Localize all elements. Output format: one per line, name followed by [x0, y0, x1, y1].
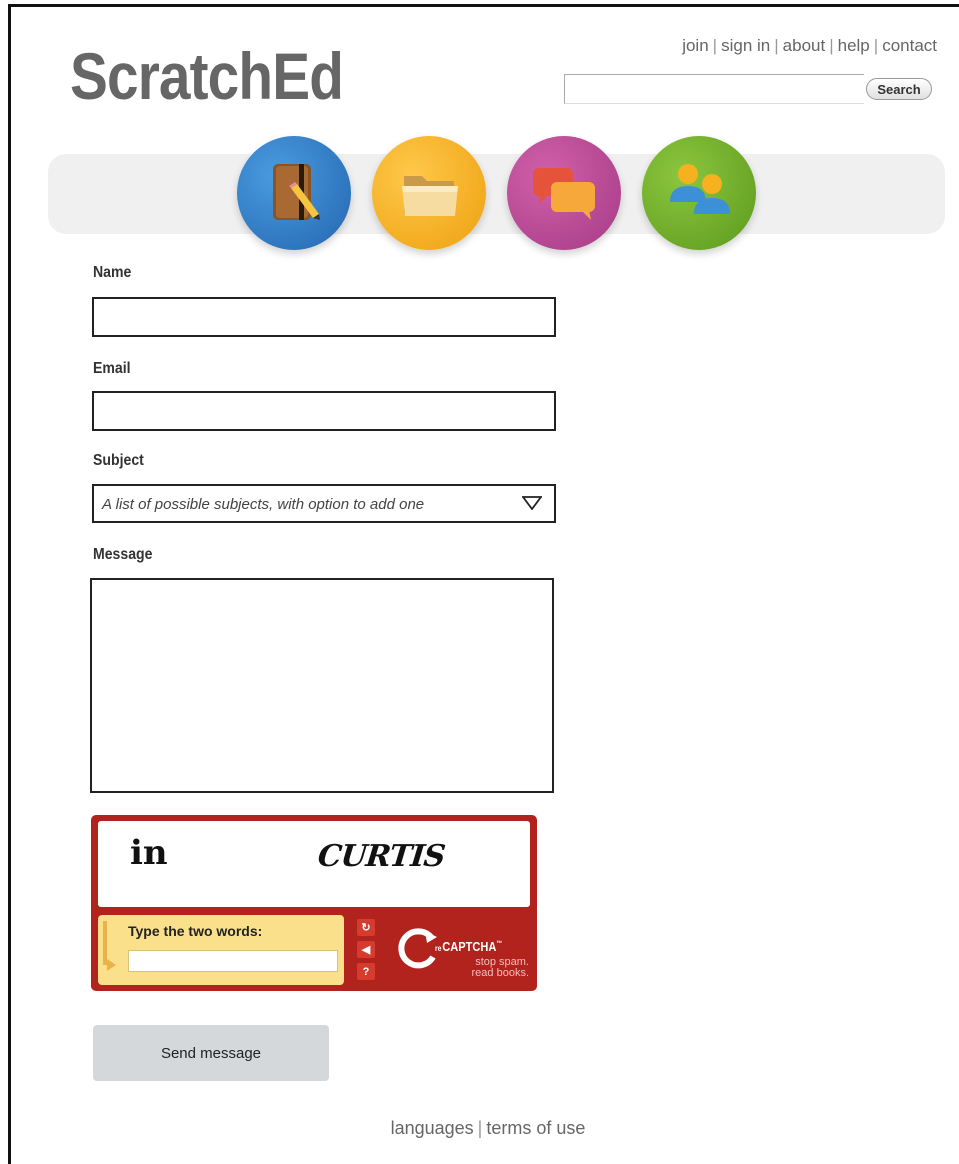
contact-link[interactable]: contact — [882, 36, 937, 55]
languages-link[interactable]: languages — [391, 1118, 474, 1138]
chat-bubbles-icon — [533, 168, 595, 220]
name-label: Name — [93, 264, 132, 281]
search-input[interactable] — [564, 74, 864, 104]
separator: | — [477, 1118, 483, 1138]
subject-label: Subject — [93, 452, 144, 469]
site-logo[interactable]: ScratchEd — [70, 38, 344, 114]
message-label: Message — [93, 546, 153, 563]
nav-folder-button[interactable] — [372, 136, 486, 250]
recaptcha-ring-icon — [398, 928, 437, 969]
terms-of-use-link[interactable]: terms of use — [486, 1118, 585, 1138]
footer-links: languages | terms of use — [0, 1118, 959, 1139]
captcha-pointer-arrow — [107, 959, 116, 971]
captcha-answer-input[interactable] — [128, 950, 338, 972]
separator: | — [774, 36, 779, 55]
captcha-entry-panel: Type the two words: — [98, 915, 344, 985]
email-field[interactable] — [92, 391, 556, 431]
notebook-icon — [273, 164, 320, 220]
recaptcha-tagline: stop spam. read books. — [471, 956, 529, 979]
sign-in-link[interactable]: sign in — [721, 36, 770, 55]
nav-people-button[interactable] — [642, 136, 756, 250]
search-button[interactable]: Search — [866, 78, 932, 100]
people-icon — [670, 164, 730, 214]
separator: | — [829, 36, 834, 55]
separator: | — [873, 36, 879, 55]
recaptcha-logo: reCAPTCHA™ stop spam. read books. — [395, 921, 533, 985]
about-link[interactable]: about — [783, 36, 826, 55]
nav-notebook-button[interactable] — [237, 136, 351, 250]
separator: | — [712, 36, 718, 55]
help-icon[interactable]: ? — [357, 963, 375, 980]
recaptcha-name: reCAPTCHA™ — [435, 939, 503, 954]
captcha-word-1: in — [130, 833, 168, 873]
dropdown-arrow-icon — [522, 496, 542, 510]
audio-icon[interactable]: ◀ — [357, 941, 375, 958]
send-message-button[interactable]: Send message — [93, 1025, 329, 1081]
name-field[interactable] — [92, 297, 556, 337]
icon-nav-bar — [48, 154, 945, 234]
top-navigation: join | sign in | about | help | contact — [682, 36, 937, 56]
folder-icon — [402, 176, 458, 216]
nav-discussion-button[interactable] — [507, 136, 621, 250]
message-field[interactable] — [90, 578, 554, 793]
captcha-word-2: CURTIS — [316, 839, 447, 874]
captcha-image: in CURTIS — [98, 821, 530, 907]
email-label: Email — [93, 360, 131, 377]
join-link[interactable]: join — [682, 36, 708, 55]
help-link[interactable]: help — [838, 36, 870, 55]
subject-selected-value: A list of possible subjects, with option… — [102, 496, 425, 513]
captcha-prompt: Type the two words: — [128, 923, 263, 939]
subject-select[interactable]: A list of possible subjects, with option… — [92, 484, 556, 523]
recaptcha-widget: in CURTIS Type the two words: ↻ ◀ ? reCA… — [91, 815, 537, 991]
refresh-icon[interactable]: ↻ — [357, 919, 375, 936]
